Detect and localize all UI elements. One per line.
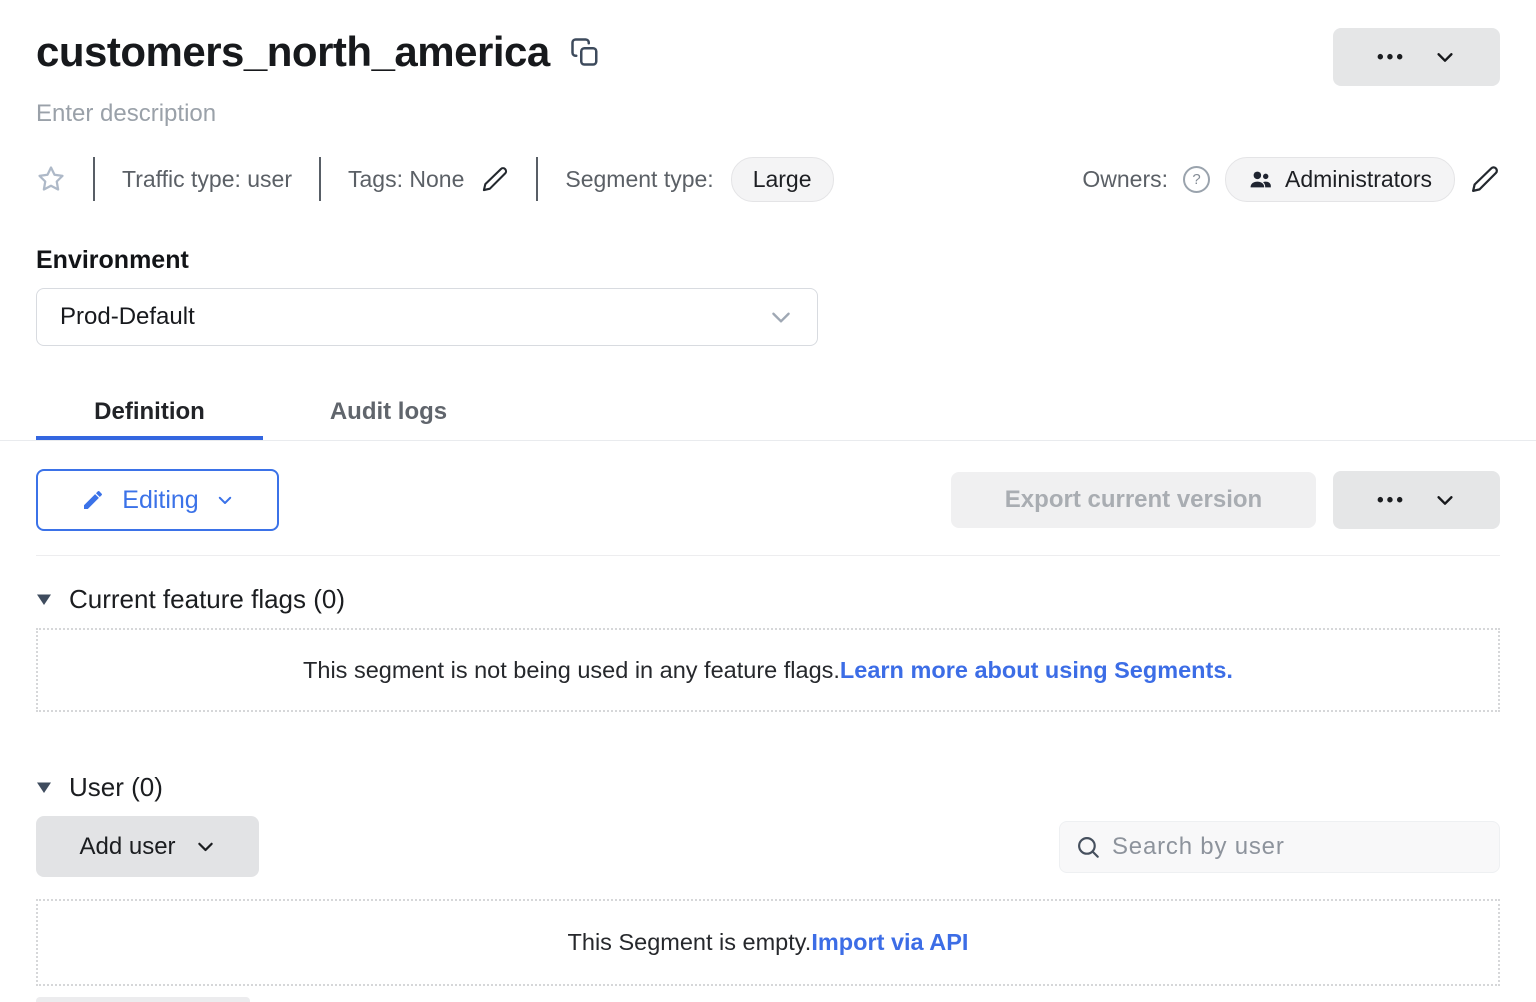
segment-detail-page: customers_north_america ••• Enter descri… bbox=[0, 0, 1536, 1002]
search-by-user-input[interactable] bbox=[1112, 833, 1484, 861]
owners-badge[interactable]: Administrators bbox=[1225, 157, 1455, 202]
chevron-down-icon bbox=[195, 836, 216, 857]
import-via-api-link[interactable]: Import via API bbox=[811, 929, 968, 956]
star-favorite-icon[interactable] bbox=[36, 164, 66, 194]
learn-more-segments-link[interactable]: Learn more about using Segments. bbox=[840, 657, 1233, 684]
segment-type-label: Segment type: bbox=[565, 166, 713, 193]
chevron-down-icon bbox=[768, 304, 794, 330]
user-empty-box: This Segment is empty. Import via API bbox=[36, 899, 1500, 986]
tags-group: Tags: None bbox=[348, 165, 509, 193]
collapse-triangle-icon bbox=[36, 781, 52, 794]
toolbar-right-group: Export current version ••• bbox=[951, 471, 1500, 529]
tags-label: Tags: None bbox=[348, 166, 464, 193]
traffic-type-label: Traffic type: user bbox=[122, 166, 292, 193]
segment-type-group: Segment type: Large bbox=[565, 157, 833, 202]
collapse-triangle-icon bbox=[36, 593, 52, 606]
chevron-down-icon bbox=[1434, 46, 1456, 68]
tab-definition[interactable]: Definition bbox=[36, 384, 263, 440]
editing-mode-button[interactable]: Editing bbox=[36, 469, 279, 531]
segment-type-badge: Large bbox=[731, 157, 834, 202]
help-icon[interactable]: ? bbox=[1183, 166, 1210, 193]
add-user-label: Add user bbox=[79, 833, 175, 861]
chevron-down-icon bbox=[216, 491, 234, 509]
definition-toolbar: Editing Export current version ••• bbox=[36, 469, 1500, 531]
search-icon bbox=[1075, 834, 1101, 860]
feature-flags-section-header[interactable]: Current feature flags (0) bbox=[36, 584, 1500, 615]
owners-group: Owners: ? Administrators bbox=[1082, 157, 1500, 202]
page-header: customers_north_america ••• bbox=[36, 0, 1500, 86]
header-more-menu-button[interactable]: ••• bbox=[1333, 28, 1500, 86]
segment-empty-text: This Segment is empty. bbox=[568, 929, 812, 956]
tab-bar: Definition Audit logs bbox=[0, 384, 1536, 441]
export-current-version-button[interactable]: Export current version bbox=[951, 472, 1316, 528]
users-icon bbox=[1248, 167, 1273, 192]
tab-audit-logs[interactable]: Audit logs bbox=[320, 384, 457, 440]
divider bbox=[536, 157, 538, 201]
page-title: customers_north_america bbox=[36, 28, 550, 76]
user-toolbar: Add user bbox=[36, 816, 1500, 877]
description-placeholder[interactable]: Enter description bbox=[36, 100, 1500, 128]
edit-owners-pencil-icon[interactable] bbox=[1470, 164, 1500, 194]
cutoff-element-bottom bbox=[36, 997, 250, 1002]
copy-icon[interactable] bbox=[570, 37, 600, 67]
ellipsis-icon: ••• bbox=[1377, 491, 1406, 510]
user-search-box bbox=[1059, 821, 1500, 873]
feature-flags-empty-box: This segment is not being used in any fe… bbox=[36, 628, 1500, 712]
ellipsis-icon: ••• bbox=[1377, 48, 1406, 67]
environment-select[interactable]: Prod-Default bbox=[36, 288, 818, 346]
section-divider bbox=[36, 555, 1500, 556]
pencil-icon bbox=[81, 488, 105, 512]
feature-flags-empty-text: This segment is not being used in any fe… bbox=[303, 657, 840, 684]
divider bbox=[319, 157, 321, 201]
add-user-button[interactable]: Add user bbox=[36, 816, 259, 877]
meta-row: Traffic type: user Tags: None Segment ty… bbox=[36, 156, 1500, 202]
owners-label: Owners: bbox=[1082, 166, 1168, 193]
edit-tags-pencil-icon[interactable] bbox=[481, 165, 509, 193]
user-section-title: User (0) bbox=[69, 772, 163, 803]
environment-label: Environment bbox=[36, 246, 1500, 275]
owners-value: Administrators bbox=[1285, 166, 1432, 193]
user-section-header[interactable]: User (0) bbox=[36, 772, 1500, 803]
chevron-down-icon bbox=[1434, 489, 1456, 511]
editing-label: Editing bbox=[122, 486, 198, 515]
feature-flags-section-title: Current feature flags (0) bbox=[69, 584, 345, 615]
title-wrap: customers_north_america bbox=[36, 28, 600, 76]
divider bbox=[93, 157, 95, 201]
environment-selected-value: Prod-Default bbox=[60, 303, 195, 331]
toolbar-more-menu-button[interactable]: ••• bbox=[1333, 471, 1500, 529]
